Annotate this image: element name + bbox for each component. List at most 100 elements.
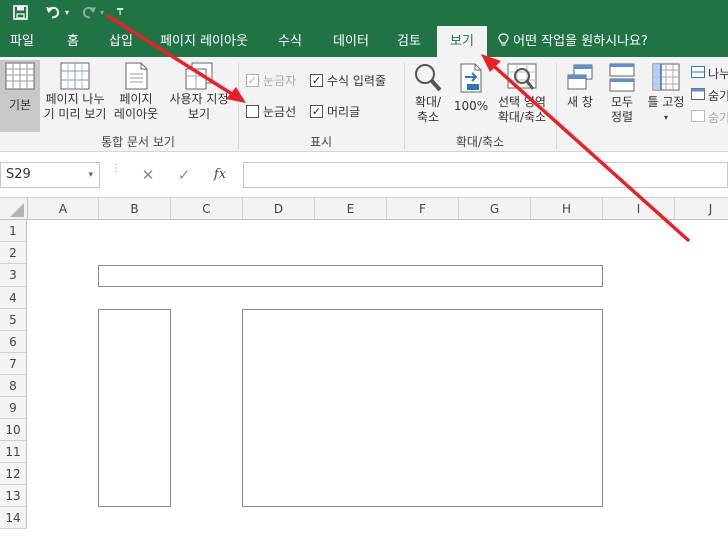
zoom-to-selection-button[interactable]: 선택 영역 확대/축소: [492, 63, 552, 125]
undo-dropdown-icon[interactable]: ▾: [62, 0, 72, 24]
page-break-preview-icon: [60, 62, 90, 90]
enter-icon[interactable]: ✓: [170, 162, 198, 188]
column-header-f[interactable]: F: [387, 198, 459, 220]
page-layout-view-label-2: 레이아웃: [113, 107, 159, 121]
hide-icon: [691, 88, 708, 103]
split-button[interactable]: 나누: [691, 65, 728, 82]
formula-bar-checkbox[interactable]: ✓ 수식 입력줄: [310, 72, 386, 89]
normal-view-icon: [5, 62, 35, 90]
page-break-preview-label-2: 기 미리 보기: [43, 107, 107, 121]
row-header-10[interactable]: 10: [0, 419, 27, 441]
new-window-icon: [566, 63, 594, 93]
ruler-label: 눈금자: [263, 74, 297, 88]
new-window-button[interactable]: 새 창: [560, 63, 600, 110]
hide-label: 숨기: [708, 89, 728, 103]
row-header-9[interactable]: 9: [0, 397, 27, 419]
gridlines-checkbox[interactable]: 눈금선: [246, 103, 296, 120]
row-header-2[interactable]: 2: [0, 242, 27, 264]
headings-checkbox[interactable]: ✓ 머리글: [310, 103, 360, 120]
custom-views-label-1: 사용자 지정: [169, 92, 229, 106]
row-header-12[interactable]: 12: [0, 463, 27, 485]
formula-input[interactable]: [243, 162, 728, 188]
tab-view[interactable]: 보기: [437, 26, 487, 57]
tell-me-box[interactable]: 어떤 작업을 원하시나요?: [498, 26, 648, 57]
lightbulb-icon: [498, 33, 513, 49]
zoom-100-icon: [458, 63, 484, 93]
name-box[interactable]: S29 ▾: [0, 162, 100, 188]
column-header-h[interactable]: H: [531, 198, 603, 220]
save-icon[interactable]: [8, 0, 32, 24]
select-all-corner[interactable]: [0, 198, 28, 220]
row-header-11[interactable]: 11: [0, 441, 27, 463]
formula-bar-check-icon: ✓: [310, 74, 323, 87]
tab-review[interactable]: 검토: [388, 26, 430, 57]
tab-home[interactable]: 홈: [54, 26, 92, 57]
ribbon-separator: [404, 63, 405, 149]
ribbon-view: 기본 페이지 나누 기 미리 보기 페이지 레이아웃 사용자 지정 보기 통합 …: [0, 57, 728, 152]
normal-view-button[interactable]: 기본: [0, 60, 40, 132]
page-break-preview-label-1: 페이지 나누: [45, 92, 105, 106]
formula-bar-grip-icon[interactable]: ⋮: [111, 164, 121, 184]
arrange-all-button[interactable]: 모두 정렬: [602, 63, 642, 125]
worksheet-grid[interactable]: A B C D E F G H I J 1 2 3 4 5 6 7 8 9 10…: [0, 198, 728, 538]
row-header-3[interactable]: 3: [0, 264, 27, 287]
tab-file[interactable]: 파일: [0, 26, 44, 57]
custom-views-button[interactable]: 사용자 지정 보기: [164, 62, 234, 122]
row-header-7[interactable]: 7: [0, 353, 27, 375]
ruler-checkbox[interactable]: ✓ 눈금자: [246, 72, 296, 89]
row-header-6[interactable]: 6: [0, 331, 27, 353]
column-header-d[interactable]: D: [243, 198, 315, 220]
customize-qat-icon[interactable]: ₸: [114, 0, 126, 24]
name-box-dropdown-icon[interactable]: ▾: [88, 163, 93, 187]
column-header-a[interactable]: A: [28, 198, 99, 220]
bordered-range-b5-b13[interactable]: [98, 309, 171, 507]
formula-bar: S29 ▾ ⋮ ✕ ✓ fx: [0, 152, 728, 198]
column-header-g[interactable]: G: [459, 198, 531, 220]
row-header-14[interactable]: 14: [0, 507, 27, 529]
tab-data[interactable]: 데이터: [322, 26, 380, 57]
freeze-panes-button[interactable]: 틀 고정 ▾: [644, 63, 688, 125]
headings-label: 머리글: [327, 105, 361, 119]
redo-dropdown-icon[interactable]: ▾: [97, 0, 107, 24]
zoom-label-2: 축소: [416, 110, 440, 124]
unhide-label: 숨기: [708, 111, 728, 125]
column-header-j[interactable]: J: [675, 198, 728, 220]
zoom-label-1: 확대/: [414, 95, 442, 109]
unhide-button[interactable]: 숨기: [691, 109, 728, 126]
normal-view-label: 기본: [8, 98, 32, 112]
gridlines-check-icon: [246, 105, 259, 118]
row-header-13[interactable]: 13: [0, 485, 27, 507]
zoom-100-button[interactable]: 100%: [452, 63, 490, 114]
column-header-i[interactable]: I: [603, 198, 675, 220]
tab-insert[interactable]: 삽입: [100, 26, 142, 57]
row-header-8[interactable]: 8: [0, 375, 27, 397]
group-label-show: 표시: [309, 135, 333, 149]
column-header-c[interactable]: C: [171, 198, 243, 220]
magnifier-icon: [414, 63, 442, 93]
page-layout-view-button[interactable]: 페이지 레이아웃: [110, 62, 162, 122]
page-break-preview-button[interactable]: 페이지 나누 기 미리 보기: [42, 62, 108, 122]
column-header-e[interactable]: E: [315, 198, 387, 220]
tab-page-layout[interactable]: 페이지 레이아웃: [148, 26, 260, 57]
group-label-workbook-views: 통합 문서 보기: [101, 135, 175, 149]
column-header-b[interactable]: B: [99, 198, 171, 220]
freeze-panes-dropdown-icon: ▾: [663, 113, 668, 122]
new-window-label: 새 창: [567, 95, 593, 109]
cancel-icon[interactable]: ✕: [134, 162, 162, 188]
tell-me-text: 어떤 작업을 원하시나요?: [513, 34, 648, 49]
arrange-all-label-1: 모두: [610, 95, 634, 109]
gridlines-label: 눈금선: [263, 105, 297, 119]
name-box-value: S29: [6, 167, 31, 182]
ribbon-separator: [556, 63, 557, 149]
page-layout-view-label-1: 페이지: [119, 92, 153, 106]
row-header-1[interactable]: 1: [0, 220, 27, 242]
zoom-button[interactable]: 확대/ 축소: [408, 63, 448, 125]
bordered-range-d5-h13[interactable]: [242, 309, 603, 507]
row-header-5[interactable]: 5: [0, 309, 27, 331]
hide-button[interactable]: 숨기: [691, 87, 728, 104]
insert-function-icon[interactable]: fx: [206, 162, 234, 188]
tab-formulas[interactable]: 수식: [268, 26, 312, 57]
row-header-4[interactable]: 4: [0, 287, 27, 309]
freeze-panes-label: 틀 고정: [647, 95, 685, 109]
bordered-range-b3-h3[interactable]: [98, 265, 603, 287]
